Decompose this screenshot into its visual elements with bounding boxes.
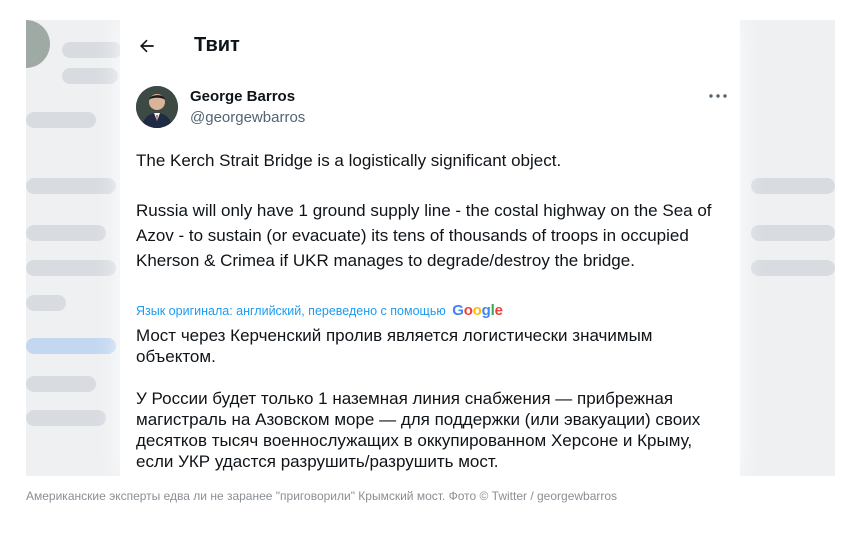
tweet-translated-text: Мост через Керченский пролив является ло…	[136, 325, 730, 472]
blurred-text	[751, 178, 835, 194]
translated-paragraph: У России будет только 1 наземная линия с…	[136, 389, 701, 471]
blurred-text	[751, 225, 835, 241]
author-handle[interactable]: @georgewbarros	[190, 109, 305, 126]
blurred-text	[26, 410, 106, 426]
google-logo: Google	[452, 302, 503, 319]
translated-paragraph: Мост через Керченский пролив является ло…	[136, 326, 653, 366]
blurred-text	[26, 260, 116, 276]
translation-notice-text: Язык оригинала: английский, переведено с…	[136, 304, 446, 318]
more-horizontal-icon	[709, 94, 727, 98]
blurred-text	[26, 376, 96, 392]
blurred-text	[26, 112, 96, 128]
blurred-text	[62, 68, 118, 84]
blurred-text	[26, 178, 116, 194]
tweet-header: Твит	[120, 20, 740, 72]
more-button[interactable]	[706, 88, 730, 104]
page-title: Твит	[194, 34, 240, 56]
back-button[interactable]	[134, 33, 160, 59]
tweet-original-text: The Kerch Strait Bridge is a logisticall…	[136, 148, 730, 273]
blurred-text	[751, 260, 835, 276]
tweet-paragraph: The Kerch Strait Bridge is a logisticall…	[136, 151, 562, 170]
avatar[interactable]	[136, 86, 178, 128]
blurred-text	[26, 225, 106, 241]
avatar-image	[136, 86, 178, 128]
tweet-card: Твит George Barros @georgewbarros The Ke…	[120, 20, 740, 476]
article-photo: Твит George Barros @georgewbarros The Ke…	[26, 20, 835, 476]
tweet-paragraph: Russia will only have 1 ground supply li…	[136, 201, 712, 270]
blurred-text	[62, 42, 122, 58]
arrow-left-icon	[140, 39, 154, 53]
author-name[interactable]: George Barros	[190, 88, 295, 105]
photo-caption: Американские эксперты едва ли не заранее…	[26, 489, 618, 503]
blurred-link	[26, 338, 116, 354]
translation-notice[interactable]: Язык оригинала: английский, переведено с…	[136, 302, 503, 319]
blurred-text	[26, 295, 66, 311]
